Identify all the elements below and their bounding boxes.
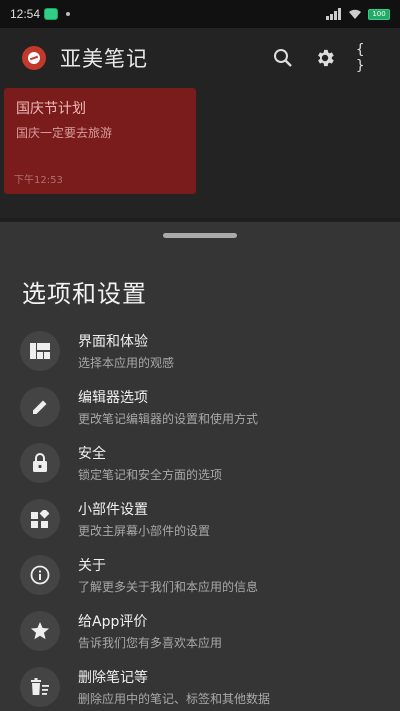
menu-item-rate-app[interactable]: 给App评价 告诉我们您有多喜欢本应用 [0,603,400,659]
pencil-icon [20,387,60,427]
status-icons: 100 [326,8,390,20]
menu-item-label: 删除笔记等 [78,670,148,686]
menu-item-label: 关于 [78,558,106,574]
search-button[interactable] [272,47,294,69]
menu-item-description: 锁定笔记和安全方面的选项 [78,468,223,482]
braces-icon: { } [356,42,366,74]
menu-item-label: 给App评价 [78,614,148,630]
menu-item-editor[interactable]: 编辑器选项 更改笔记编辑器的设置和使用方式 [0,379,400,435]
wifi-icon [349,9,361,19]
notification-dot-icon [66,12,71,16]
code-button[interactable]: { } [356,42,378,74]
menu-item-widgets[interactable]: 小部件设置 更改主屏幕小部件的设置 [0,491,400,547]
notification-app-icon [44,8,59,20]
trash-icon [20,667,60,707]
menu-item-description: 更改笔记编辑器的设置和使用方式 [78,412,259,426]
menu-item-description: 更改主屏幕小部件的设置 [78,524,211,538]
app-title: 亚美笔记 [60,47,148,71]
battery-icon: 100 [368,8,390,20]
layout-icon [20,331,60,371]
app-actions: { } [272,42,378,74]
options-bottom-sheet: 选项和设置 界面和体验 选择本应用的观感 编辑器选项 更改笔记编辑器的设置和使用… [0,222,400,711]
settings-button[interactable] [314,47,336,69]
lock-icon [20,443,60,483]
options-menu: 界面和体验 选择本应用的观感 编辑器选项 更改笔记编辑器的设置和使用方式 安全 … [0,323,400,711]
notes-area: 国庆节计划 国庆一定要去旅游 下午12:53 [0,88,400,218]
app-logo-icon [22,46,46,70]
status-time: 12:54 [10,7,41,21]
menu-item-description: 选择本应用的观感 [78,356,175,370]
app-bar: 亚美笔记 { } [0,28,400,88]
star-icon [20,611,60,651]
menu-item-label: 小部件设置 [78,502,148,518]
sheet-title: 选项和设置 [22,280,147,308]
note-body: 国庆一定要去旅游 [16,126,113,140]
note-title: 国庆节计划 [16,101,86,117]
widgets-icon [20,499,60,539]
menu-item-label: 界面和体验 [78,334,148,350]
search-icon [274,49,292,67]
menu-item-about[interactable]: 关于 了解更多关于我们和本应用的信息 [0,547,400,603]
menu-item-description: 删除应用中的笔记、标签和其他数据 [78,692,271,706]
menu-item-description: 了解更多关于我们和本应用的信息 [78,580,259,594]
menu-item-label: 安全 [78,446,106,462]
gear-icon [318,49,334,67]
note-card[interactable]: 国庆节计划 国庆一定要去旅游 下午12:53 [4,88,196,194]
status-bar: 12:54 100 [0,0,400,28]
info-icon [20,555,60,595]
signal-icon [326,8,341,20]
menu-item-security[interactable]: 安全 锁定笔记和安全方面的选项 [0,435,400,491]
menu-item-delete-data[interactable]: 删除笔记等 删除应用中的笔记、标签和其他数据 [0,659,400,711]
menu-item-label: 编辑器选项 [78,390,148,406]
menu-item-description: 告诉我们您有多喜欢本应用 [78,636,223,650]
note-timestamp: 下午12:53 [14,175,63,186]
menu-item-appearance[interactable]: 界面和体验 选择本应用的观感 [0,323,400,379]
